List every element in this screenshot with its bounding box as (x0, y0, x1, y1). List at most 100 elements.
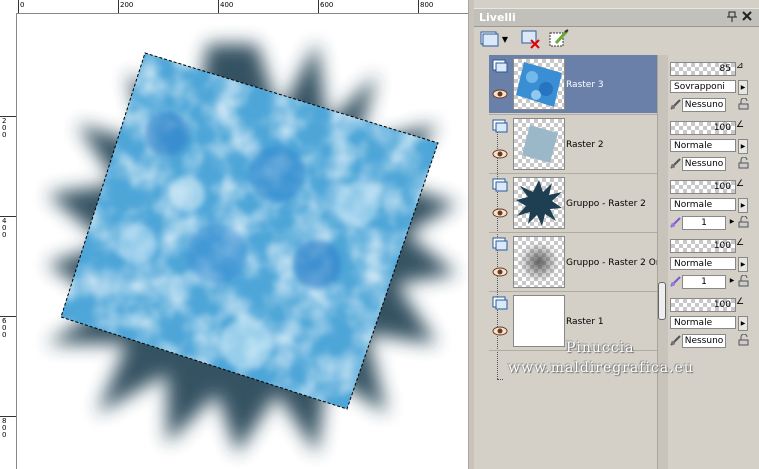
blend-dropdown-button[interactable]: ▶ (738, 316, 748, 331)
ruler-label: 0 (20, 1, 25, 9)
layer-properties-button[interactable] (548, 29, 572, 51)
layer-type-icon (492, 59, 508, 73)
layer-properties-raster-3: 85 ⊿ Sovrapponi ▶ Nessuno (670, 58, 750, 116)
blend-mode-select[interactable]: Normale (670, 139, 736, 152)
eye-icon[interactable] (492, 267, 508, 277)
link-dropdown-button[interactable]: ▶ (728, 216, 736, 228)
layer-row-raster-2[interactable]: Raster 2 (489, 115, 657, 173)
eye-icon[interactable] (492, 149, 508, 159)
link-brush-icon (670, 217, 681, 228)
lock-icon[interactable] (738, 275, 750, 287)
slider-handle-icon[interactable]: ∠ (736, 120, 744, 130)
opacity-value: 100 (713, 241, 731, 251)
layer-properties-gruppo-raster-2-ombra: 100 ∠ Normale ▶ 1 ▶ (670, 235, 750, 293)
palette-toolbar: ▼ (474, 27, 759, 53)
watermark-author: Pinuccia (566, 340, 635, 356)
watermark-url: www.maldiregrafica.eu (508, 360, 694, 376)
link-set-field[interactable]: Nessuno (682, 157, 726, 171)
opacity-slider[interactable]: 100 (670, 121, 736, 135)
horizontal-ruler: 0 200 400 600 800 (0, 0, 468, 14)
opacity-slider[interactable]: 85 (670, 62, 736, 76)
blend-dropdown-button[interactable]: ▶ (738, 80, 748, 95)
slider-handle-icon[interactable]: ⊿ (736, 61, 744, 71)
slider-handle-icon[interactable]: ∠ (736, 179, 744, 189)
ruler-label: 6 0 0 (2, 317, 7, 339)
ruler-label: 2 0 0 (2, 117, 7, 139)
pin-icon[interactable] (727, 11, 737, 23)
ruler-tick (218, 0, 219, 13)
ruler-tick (318, 0, 319, 13)
blend-dropdown-button[interactable]: ▶ (738, 139, 748, 154)
layer-properties-icon (549, 29, 569, 47)
opacity-value: 85 (719, 64, 731, 74)
eye-icon[interactable] (492, 208, 508, 218)
link-set-field[interactable]: 1 (682, 216, 726, 230)
lock-icon[interactable] (738, 98, 750, 110)
link-brush-icon (670, 335, 681, 346)
layer-thumbnail (513, 236, 565, 288)
layers-palette: Livelli ▼ Raster 3 Raster 2 Gruppo - Ras… (474, 0, 759, 469)
blend-mode-select[interactable]: Normale (670, 257, 736, 270)
opacity-value: 100 (713, 123, 731, 133)
lock-icon[interactable] (738, 334, 750, 346)
ruler-label: 4 0 0 (2, 217, 7, 239)
collapse-handle[interactable] (658, 282, 666, 320)
blend-mode-select[interactable]: Normale (670, 316, 736, 329)
slider-handle-icon[interactable]: ∠ (736, 297, 744, 307)
ruler-tick (18, 0, 19, 13)
ruler-label: 8 0 0 (2, 417, 7, 439)
chevron-down-icon: ▼ (501, 35, 509, 44)
layer-row-gruppo-raster-2-ombra[interactable]: Gruppo - Raster 2 Om (489, 233, 665, 291)
layer-thumbnail (513, 58, 565, 110)
delete-layer-button[interactable] (520, 29, 544, 51)
opacity-slider[interactable]: 100 (670, 298, 736, 312)
layer-type-icon (492, 237, 508, 251)
layer-name[interactable]: Gruppo - Raster 2 (566, 199, 646, 209)
blend-mode-select[interactable]: Normale (670, 198, 736, 211)
new-raster-layer-icon (480, 31, 499, 47)
slider-handle-icon[interactable]: ∠ (736, 238, 744, 248)
link-brush-icon (670, 99, 681, 110)
link-set-field[interactable]: Nessuno (682, 98, 726, 112)
new-layer-dropdown-button[interactable]: ▼ (500, 29, 510, 51)
image-canvas[interactable] (17, 14, 468, 469)
blend-dropdown-button[interactable]: ▶ (738, 198, 748, 213)
close-icon[interactable] (741, 10, 753, 22)
layers-list: Raster 3 Raster 2 Gruppo - Raster 2 Grup… (489, 55, 665, 469)
lock-icon[interactable] (738, 157, 750, 169)
link-set-field[interactable]: Nessuno (682, 334, 726, 348)
ruler-label: 600 (320, 1, 334, 9)
layer-thumbnail (513, 177, 565, 229)
layer-row-gruppo-raster-2[interactable]: Gruppo - Raster 2 (489, 174, 657, 232)
eye-icon[interactable] (492, 89, 508, 99)
link-dropdown-button[interactable]: ▶ (728, 275, 736, 287)
ruler-tick (118, 0, 119, 13)
layer-properties-raster-2: 100 ∠ Normale ▶ Nessuno (670, 117, 750, 175)
delete-layer-icon (521, 30, 540, 49)
canvas-artwork (47, 42, 457, 454)
ruler-label: 800 (420, 1, 434, 9)
layer-thumbnail (513, 118, 565, 170)
palette-title-bar[interactable]: Livelli (474, 8, 759, 27)
blend-dropdown-button[interactable]: ▶ (738, 257, 748, 272)
layer-name[interactable]: Raster 2 (566, 140, 604, 150)
link-brush-icon (670, 276, 681, 287)
palette-title: Livelli (479, 11, 516, 24)
opacity-slider[interactable]: 100 (670, 239, 736, 253)
layer-name[interactable]: Raster 1 (566, 317, 604, 327)
layer-name[interactable]: Gruppo - Raster 2 Om (566, 258, 665, 268)
layer-type-icon (492, 178, 508, 192)
layer-properties-raster-1: 100 ∠ Normale ▶ Nessuno (670, 294, 750, 352)
link-set-field[interactable]: 1 (682, 275, 726, 289)
layer-row-raster-3[interactable]: Raster 3 (489, 55, 657, 113)
new-raster-layer-button[interactable] (478, 29, 502, 51)
palette-splitter[interactable] (657, 55, 668, 469)
layer-name[interactable]: Raster 3 (566, 80, 604, 90)
opacity-slider[interactable]: 100 (670, 180, 736, 194)
blend-mode-select[interactable]: Sovrapponi (670, 80, 736, 93)
lock-icon[interactable] (738, 216, 750, 228)
link-brush-icon (670, 158, 681, 169)
eye-icon[interactable] (492, 326, 508, 336)
layer-properties-gruppo-raster-2: 100 ∠ Normale ▶ 1 ▶ (670, 176, 750, 234)
layer-type-icon (492, 119, 508, 133)
